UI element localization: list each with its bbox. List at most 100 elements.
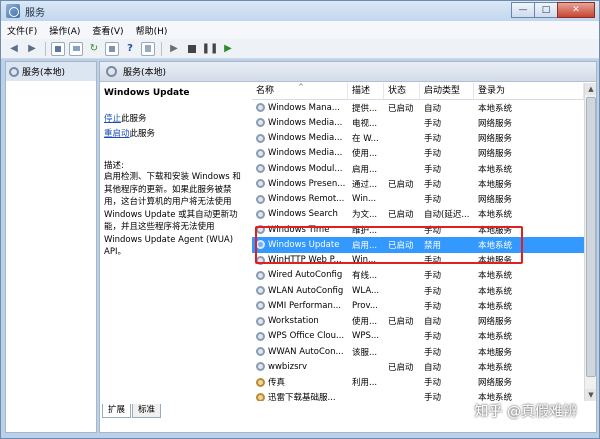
menu-file[interactable]: 文件(F) (7, 24, 37, 37)
service-description-cell: 该服... (352, 347, 378, 358)
stop-service-icon[interactable] (185, 42, 199, 56)
service-logon-cell: 网络服务 (478, 317, 513, 328)
service-startup-type-cell: 自动 (424, 317, 442, 328)
toolbar: ◀ ▶ ↻ ? ▶ ❚❚ ▶ (1, 39, 599, 59)
properties-icon[interactable] (141, 41, 155, 56)
service-status-cell: 已启动 (388, 240, 414, 251)
service-description-cell: 利用... (352, 378, 378, 389)
help-icon[interactable]: ? (123, 42, 137, 56)
column-header-logon-as[interactable]: 登录为 (474, 83, 584, 99)
service-name-cell: 迅雷下载基础服... (252, 391, 348, 401)
menu-view[interactable]: 查看(V) (92, 24, 123, 37)
service-startup-type-cell: 自动(延迟... (424, 210, 470, 221)
service-description-cell: WLA... (352, 285, 380, 296)
table-row[interactable]: WPS Office Clou... WPS... 手动 本地系统 (252, 329, 596, 344)
table-row[interactable]: Windows Media... 电视... 手动 网络服务 (252, 115, 596, 130)
service-gear-icon (256, 301, 265, 311)
table-row[interactable]: Windows Time 维护... 手动 本地服务 (252, 222, 596, 237)
service-gear-icon (256, 133, 265, 143)
watermark: 知乎 @真假难辨 (474, 404, 577, 420)
pane-title: 服务(本地) (123, 68, 167, 78)
service-name-cell: WinHTTP Web P... (252, 255, 348, 265)
table-row[interactable]: Windows Mana... 提供... 已启动 自动 本地系统 (252, 100, 596, 115)
service-logon-cell: 本地系统 (478, 393, 513, 401)
service-name-cell: Windows Search (252, 209, 348, 219)
menu-action[interactable]: 操作(A) (49, 24, 80, 37)
scroll-up-arrow-icon[interactable]: ▲ (585, 83, 596, 95)
menu-help[interactable]: 帮助(H) (136, 24, 168, 37)
service-description-cell: 为文... (352, 210, 378, 221)
scroll-thumb[interactable] (586, 97, 596, 377)
forward-arrow-icon[interactable]: ▶ (25, 42, 39, 56)
restart-service-icon[interactable]: ▶ (221, 42, 235, 56)
table-row[interactable]: Windows Media... 使用... 手动 网络服务 (252, 146, 596, 161)
service-description-cell: 通过... (352, 179, 378, 190)
table-row[interactable]: WMI Performan... Prov... 手动 本地系统 (252, 298, 596, 313)
service-status-cell: 已启动 (388, 103, 414, 114)
export-list-icon[interactable] (105, 41, 119, 56)
back-arrow-icon[interactable]: ◀ (7, 42, 21, 56)
column-header-startup-type[interactable]: 启动类型 (420, 83, 474, 99)
menu-bar: 文件(F) 操作(A) 查看(V) 帮助(H) (1, 21, 599, 39)
table-row[interactable]: Windows Search 为文... 已启动 自动(延迟... 本地系统 (252, 207, 596, 222)
table-row[interactable]: Windows Update 启用... 已启动 禁用 本地系统 (252, 237, 596, 253)
column-header-description[interactable]: 描述 (348, 83, 384, 99)
table-row[interactable]: Windows Media... 在 W... 手动 网络服务 (252, 131, 596, 146)
list-view-icon[interactable] (69, 41, 83, 56)
description-text: 启用检测、下载和安装 Windows 和其他程序的更新。如果此服务被禁用，这台计… (104, 172, 241, 257)
service-name-cell: Windows Presen... (252, 179, 348, 189)
minimize-button[interactable]: — (511, 2, 535, 18)
table-row[interactable]: Windows Modul... 启用... 手动 本地系统 (252, 161, 596, 176)
table-row[interactable]: Windows Remot... Win... 手动 网络服务 (252, 192, 596, 207)
service-gear-icon (256, 331, 265, 341)
table-row[interactable]: WinHTTP Web P... Win... 手动 本地服务 (252, 253, 596, 268)
services-app-icon (6, 4, 20, 18)
service-gear-icon (256, 255, 265, 265)
service-logon-cell: 网络服务 (478, 118, 513, 129)
close-button[interactable]: ✕ (557, 2, 595, 18)
service-startup-type-cell: 手动 (424, 286, 442, 297)
service-name-cell: Windows Media... (252, 148, 348, 158)
table-row[interactable]: Wired AutoConfig 有线... 手动 本地系统 (252, 268, 596, 283)
table-row[interactable]: 传真 利用... 手动 网络服务 (252, 375, 596, 390)
services-window: 服务 — □ ✕ 文件(F) 操作(A) 查看(V) 帮助(H) ◀ ▶ ↻ ?… (0, 0, 600, 439)
table-row[interactable]: Workstation 使用... 已启动 自动 网络服务 (252, 314, 596, 329)
tab-extended[interactable]: 扩展 (102, 404, 132, 418)
services-table: 名称 ^ 描述 状态 启动类型 登录为 Windows Mana... 提供... 已… (252, 83, 596, 401)
column-header-name[interactable]: 名称 ^ (252, 83, 348, 99)
refresh-icon[interactable]: ↻ (87, 42, 101, 56)
tree-item-services-local[interactable]: 服务(本地) (6, 62, 96, 81)
show-tree-icon[interactable] (51, 41, 65, 56)
table-row[interactable]: Windows Presen... 通过... 已启动 手动 本地服务 (252, 176, 596, 191)
scroll-down-arrow-icon[interactable]: ▼ (585, 389, 596, 401)
service-logon-cell: 本地系统 (478, 164, 513, 175)
column-header-status[interactable]: 状态 (384, 83, 420, 99)
maximize-button[interactable]: □ (534, 2, 558, 18)
table-row[interactable]: wwbizsrv 已启动 自动 本地系统 (252, 359, 596, 374)
tab-standard[interactable]: 标准 (132, 404, 162, 418)
service-startup-type-cell: 手动 (424, 271, 442, 282)
service-gear-icon (256, 377, 265, 387)
table-row[interactable]: 迅雷下载基础服... 手动 本地系统 (252, 390, 596, 401)
service-gear-icon (256, 103, 265, 113)
service-gear-icon (256, 347, 265, 357)
stop-service-link[interactable]: 停止 (104, 114, 121, 124)
start-service-icon[interactable]: ▶ (167, 42, 181, 56)
services-gear-icon (9, 66, 19, 77)
service-logon-cell: 网络服务 (478, 149, 513, 160)
title-bar: 服务 — □ ✕ (1, 1, 599, 21)
service-startup-type-cell: 手动 (424, 301, 442, 312)
service-startup-type-cell: 手动 (424, 149, 442, 160)
restart-service-link[interactable]: 重启动 (104, 129, 130, 139)
service-logon-cell: 本地服务 (478, 179, 513, 190)
service-description-cell: 启用... (352, 164, 378, 175)
service-description-cell: 有线... (352, 271, 378, 282)
service-startup-type-cell: 手动 (424, 378, 442, 389)
description-label: 描述: (104, 161, 124, 171)
pause-service-icon[interactable]: ❚❚ (202, 42, 219, 56)
vertical-scrollbar[interactable]: ▲ ▼ (584, 83, 596, 401)
tree-item-label: 服务(本地) (22, 68, 66, 78)
table-row[interactable]: WLAN AutoConfig WLA... 手动 本地系统 (252, 283, 596, 298)
service-gear-icon (256, 392, 265, 401)
table-row[interactable]: WWAN AutoCon... 该服... 手动 本地服务 (252, 344, 596, 359)
